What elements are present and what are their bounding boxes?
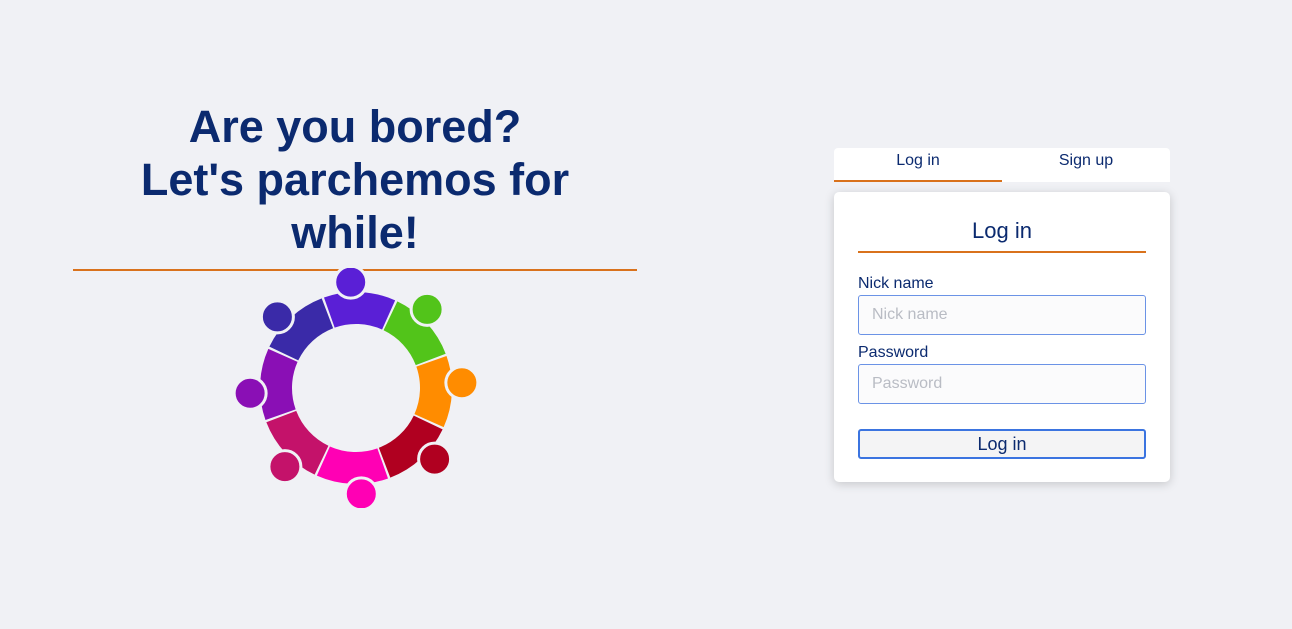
hero-title: Are you bored? Let's parchemos for while… <box>73 100 637 271</box>
logo-person-head <box>417 441 453 477</box>
tab-sign-up[interactable]: Sign up <box>1002 148 1170 182</box>
logo-person-body <box>260 348 298 421</box>
logo-person-head <box>343 476 379 508</box>
logo-person-body <box>414 355 452 428</box>
hero: Are you bored? Let's parchemos for while… <box>73 100 637 271</box>
nickname-label: Nick name <box>858 275 934 292</box>
logo-person-head <box>333 268 369 300</box>
logo-person-body <box>316 446 389 484</box>
logo-person-head <box>259 299 295 335</box>
logo-person-head <box>444 365 480 401</box>
logo-person-head <box>232 375 268 411</box>
logo-person-head <box>267 449 303 485</box>
hero-title-line-2: Let's parchemos for while! <box>140 154 570 258</box>
password-label: Password <box>858 344 929 361</box>
logo-person-head <box>409 291 445 327</box>
login-card: Log in Nick name Password Log in <box>834 192 1170 482</box>
login-button[interactable]: Log in <box>858 429 1146 459</box>
hero-title-line-1: Are you bored? <box>188 101 522 152</box>
login-title: Log in <box>858 216 1146 253</box>
tab-log-in[interactable]: Log in <box>834 148 1002 182</box>
people-circle-icon <box>230 268 482 508</box>
nickname-input[interactable] <box>858 295 1146 335</box>
logo-person-body <box>323 292 396 330</box>
password-input[interactable] <box>858 364 1146 404</box>
page: Are you bored? Let's parchemos for while… <box>0 0 1292 629</box>
auth-tabs: Log in Sign up <box>834 148 1170 182</box>
